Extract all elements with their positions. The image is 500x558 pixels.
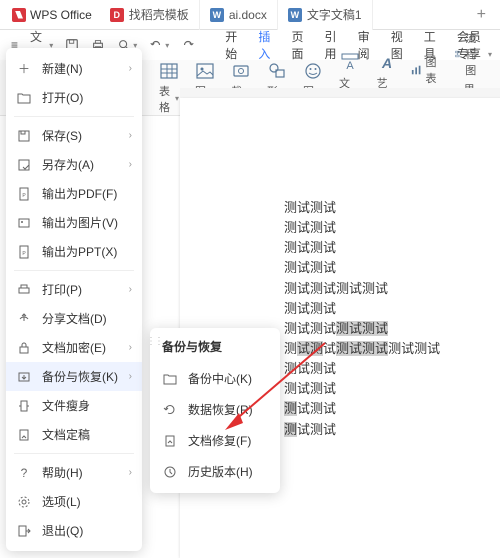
fm-exit[interactable]: 退出(Q) <box>6 516 142 545</box>
sub-backup-center[interactable]: 备份中心(K) <box>150 363 280 394</box>
sub-repair[interactable]: 文档修复(F) <box>150 425 280 456</box>
sub-history[interactable]: 历史版本(H) <box>150 456 280 487</box>
exit-icon <box>16 523 32 539</box>
fm-options[interactable]: 选项(L) <box>6 487 142 516</box>
fm-saveas[interactable]: 另存为(A)› <box>6 150 142 179</box>
pdf-icon: P <box>16 186 32 202</box>
sub-restore[interactable]: 数据恢复(R) <box>150 394 280 425</box>
redo-icon[interactable] <box>176 34 200 56</box>
text-line: 测试测试 <box>284 359 500 379</box>
svg-text:A: A <box>346 60 354 72</box>
text-line: 测试测试 <box>284 420 500 440</box>
plus-icon: ＋ <box>16 61 32 77</box>
tab-templates[interactable]: D 找稻壳模板 <box>100 0 200 30</box>
doc-icon: W <box>288 8 302 22</box>
text-line: 测试测试 <box>284 399 500 419</box>
fm-image[interactable]: 输出为图片(V) <box>6 208 142 237</box>
repair-icon <box>162 433 178 449</box>
text-line: 测试测试 <box>284 379 500 399</box>
fm-open[interactable]: 打开(O) <box>6 83 142 112</box>
fm-pdf[interactable]: P输出为PDF(F) <box>6 179 142 208</box>
fm-share[interactable]: 分享文档(D) <box>6 304 142 333</box>
saveas-icon <box>16 157 32 173</box>
locate-icon <box>16 427 32 443</box>
history-icon <box>162 464 178 480</box>
text-line: 测试测试 <box>284 218 500 238</box>
submenu-title: 备份与恢复 <box>150 336 280 363</box>
fm-backup[interactable]: 备份与恢复(K)› <box>6 362 142 391</box>
backup-icon <box>16 369 32 385</box>
save-icon <box>16 128 32 144</box>
text-line: 测试测试 <box>284 299 500 319</box>
fm-new[interactable]: ＋新建(N)› <box>6 54 142 83</box>
text-line: 测试测试 <box>284 258 500 278</box>
art-icon: A <box>377 53 397 73</box>
tab-label: 文字文稿1 <box>307 6 362 23</box>
app-brand: WPS Office <box>4 8 100 22</box>
text-line: 测试测试 <box>284 198 500 218</box>
ppt-icon: P <box>16 244 32 260</box>
slim-icon <box>16 398 32 414</box>
text-line: 测试测试测试测试 <box>284 279 500 299</box>
fm-ppt[interactable]: P输出为PPT(X) <box>6 237 142 266</box>
doc-icon: D <box>110 8 124 22</box>
shape-icon <box>267 61 287 81</box>
ribbon-table[interactable]: 表格▾ <box>156 61 182 115</box>
undo-icon[interactable]: ▾ <box>144 34 174 56</box>
doc-icon: W <box>210 8 224 22</box>
lock-icon <box>16 340 32 356</box>
fm-print[interactable]: 打印(P)› <box>6 275 142 304</box>
text-line: 测试测试测试测试 <box>284 319 500 339</box>
fm-slim[interactable]: 文件瘦身 <box>6 391 142 420</box>
backup-submenu: ⋮⋮ 备份与恢复 备份中心(K) 数据恢复(R) 文档修复(F) 历史版本(H) <box>150 328 280 493</box>
text-line: 测试测试测试测试测试测试 <box>284 339 500 359</box>
fm-locate[interactable]: 文档定稿 <box>6 420 142 449</box>
gear-icon <box>16 494 32 510</box>
svg-text:P: P <box>22 251 26 257</box>
textbox-icon: A <box>340 53 360 73</box>
table-icon <box>159 61 179 81</box>
brand-label: WPS Office <box>30 8 92 22</box>
share-icon <box>16 311 32 327</box>
new-tab-button[interactable]: + <box>467 6 496 24</box>
ribbon-flowchart[interactable]: 流程图▾ <box>454 30 492 78</box>
folder-icon <box>16 90 32 106</box>
svg-text:A: A <box>381 55 392 71</box>
screenshot-icon <box>231 61 251 81</box>
print-icon <box>16 282 32 298</box>
ribbon-chart[interactable]: 图表 <box>411 54 444 86</box>
text-line: 测试测试 <box>284 238 500 258</box>
fm-save[interactable]: 保存(S)› <box>6 121 142 150</box>
grip-icon: ⋮⋮ <box>146 336 162 347</box>
help-icon: ? <box>16 465 32 481</box>
folder-icon <box>162 371 178 387</box>
restore-icon <box>162 402 178 418</box>
fm-encrypt[interactable]: 文档加密(E)› <box>6 333 142 362</box>
image-icon <box>16 215 32 231</box>
tab-label: ai.docx <box>229 8 267 22</box>
wps-logo-icon <box>12 8 26 22</box>
tab-label: 找稻壳模板 <box>129 6 189 23</box>
svg-text:P: P <box>22 193 26 199</box>
icon-icon <box>303 61 323 81</box>
file-menu: ＋新建(N)› 打开(O) 保存(S)› 另存为(A)› P输出为PDF(F) … <box>6 48 142 551</box>
picture-icon <box>195 61 215 81</box>
fm-help[interactable]: ?帮助(H)› <box>6 458 142 487</box>
